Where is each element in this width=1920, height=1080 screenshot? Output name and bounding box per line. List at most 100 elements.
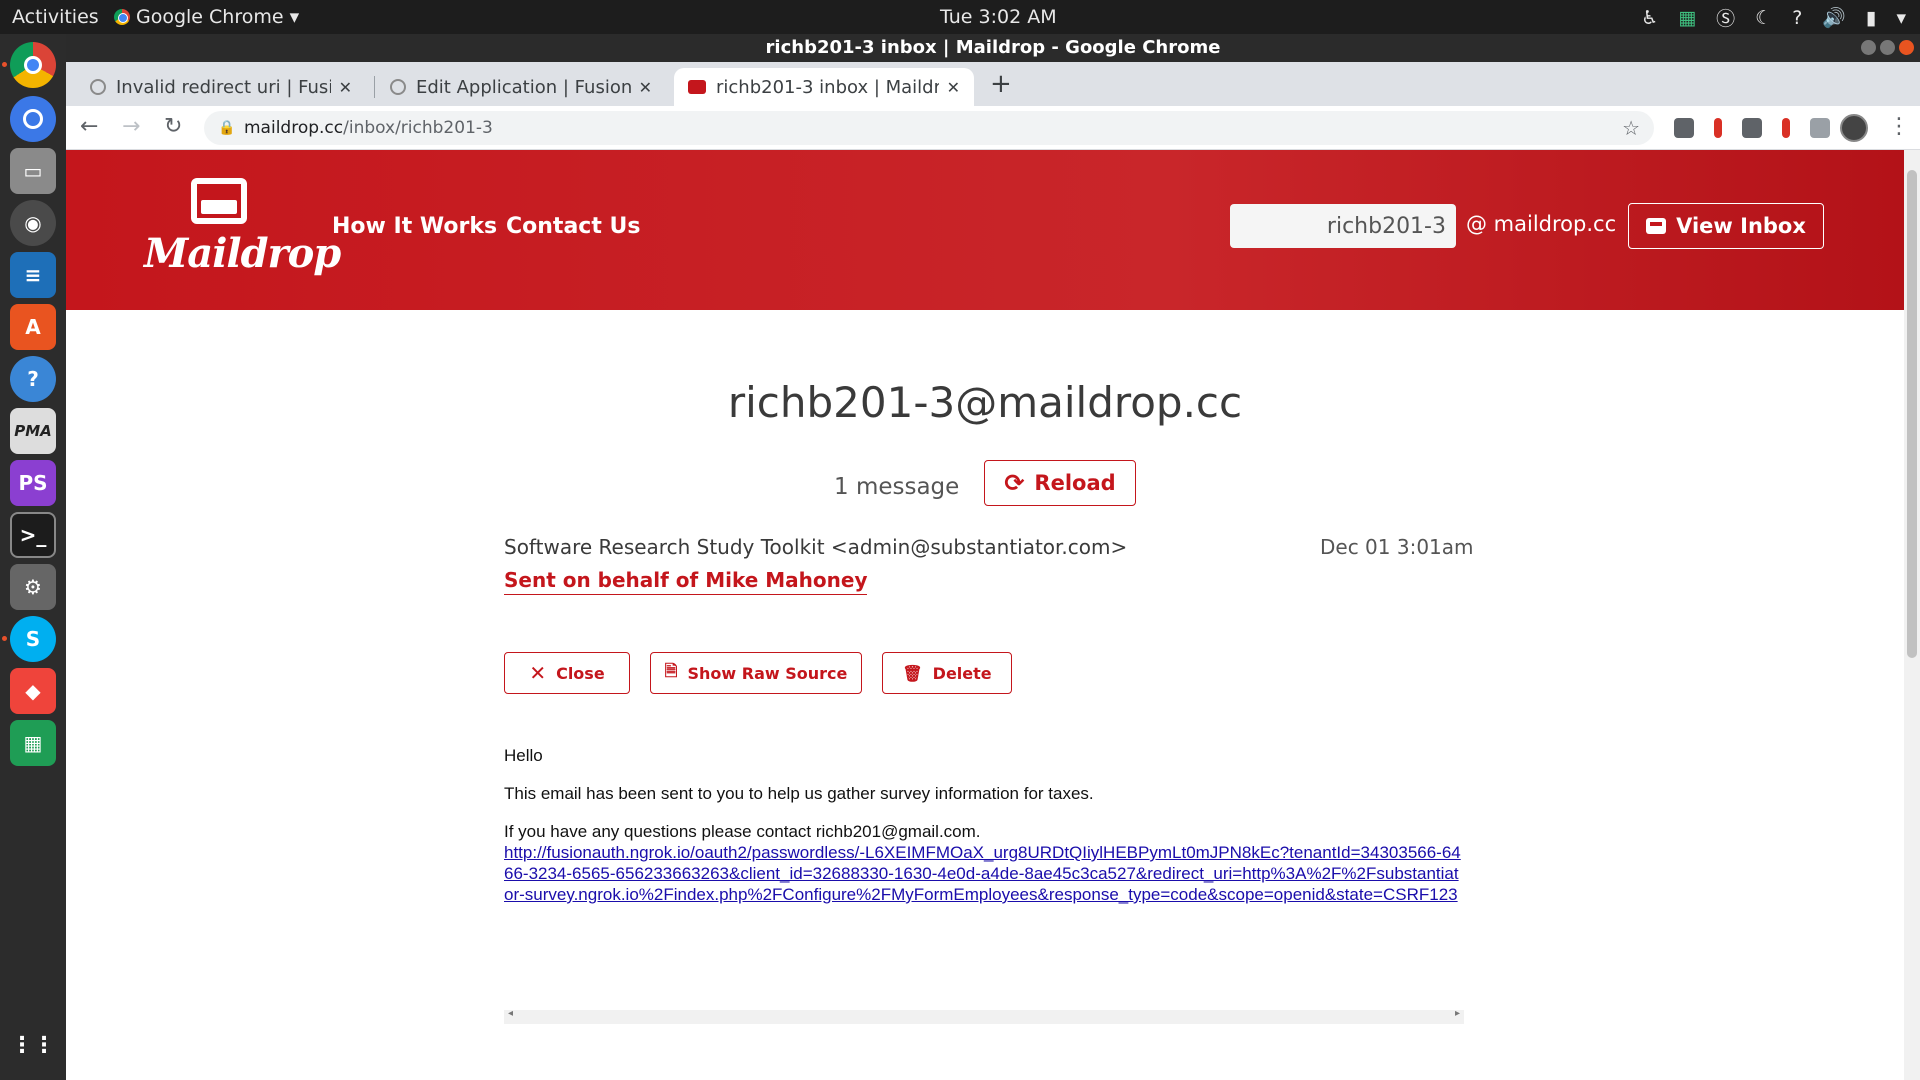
tab-title: richb201-3 inbox | Maildro xyxy=(716,76,939,98)
trash-icon: 🗑 xyxy=(902,663,923,683)
help-dock-icon[interactable]: ? xyxy=(10,356,56,402)
raw-source-label: Show Raw Source xyxy=(687,663,848,683)
chrome-dock-icon[interactable] xyxy=(2,42,56,88)
dock: ▭ ◉ ≡ A ? PMA PS >_ ⚙ S ◆ ▦ ⋮⋮ xyxy=(0,34,66,1080)
extension-icon[interactable] xyxy=(1782,118,1790,138)
maildrop-favicon-icon xyxy=(688,80,706,94)
tab-strip: Invalid redirect uri | Fusion ✕ Edit App… xyxy=(66,62,1920,106)
browser-toolbar: ← → ↻ 🔒 maildrop.cc/inbox/richb201-3 ☆ ⋮ xyxy=(66,106,1920,150)
scroll-right-icon[interactable]: ▸ xyxy=(1455,1008,1460,1019)
files-dock-icon[interactable]: ▭ xyxy=(10,148,56,194)
window-title-bar: richb201-3 inbox | Maildrop - Google Chr… xyxy=(66,34,1920,62)
lock-icon[interactable]: 🔒 xyxy=(218,111,235,145)
tab-edit-application[interactable]: Edit Application | FusionA ✕ xyxy=(376,68,666,106)
url-host: maildrop.cc xyxy=(244,118,344,138)
chrome-menu-icon[interactable]: ⋮ xyxy=(1888,114,1910,139)
inbox-name-input[interactable] xyxy=(1230,204,1456,248)
view-inbox-label: View Inbox xyxy=(1676,214,1806,238)
page-vertical-scrollbar[interactable] xyxy=(1904,150,1920,1080)
close-icon[interactable]: ✕ xyxy=(639,78,652,97)
system-top-bar: Activities Google Chrome ▾ Tue 3:02 AM ♿… xyxy=(0,0,1920,34)
scroll-left-icon[interactable]: ◂ xyxy=(508,1008,513,1019)
chrome-window: richb201-3 inbox | Maildrop - Google Chr… xyxy=(66,34,1920,1080)
inbox-address-heading: richb201-3@maildrop.cc xyxy=(727,378,1243,427)
battery-icon[interactable]: ▮ xyxy=(1866,7,1876,29)
caret-down-icon: ▾ xyxy=(289,6,300,28)
help-icon[interactable]: ? xyxy=(1792,7,1802,29)
skype-dock-icon[interactable]: S xyxy=(2,616,56,662)
body-greeting: Hello xyxy=(504,746,543,765)
logo-text: Maildrop xyxy=(144,230,341,277)
pma-dock-icon[interactable]: PMA xyxy=(10,408,56,454)
delete-message-button[interactable]: 🗑 Delete xyxy=(882,652,1012,694)
rhythmbox-dock-icon[interactable]: ◉ xyxy=(10,200,56,246)
address-bar[interactable]: 🔒 maildrop.cc/inbox/richb201-3 ☆ xyxy=(204,111,1654,145)
refresh-icon: ⟳ xyxy=(1004,469,1025,497)
writer-dock-icon[interactable]: ≡ xyxy=(10,252,56,298)
tab-separator xyxy=(374,76,375,98)
inbox-tray-icon xyxy=(191,178,247,224)
tab-invalid-redirect[interactable]: Invalid redirect uri | Fusion ✕ xyxy=(76,68,366,106)
x-icon: ✕ xyxy=(529,661,547,685)
software-center-dock-icon[interactable]: A xyxy=(10,304,56,350)
chrome-icon xyxy=(114,9,130,25)
message-horizontal-scrollbar[interactable]: ◂ ▸ xyxy=(504,1008,1464,1024)
maildrop-logo[interactable]: Maildrop xyxy=(144,178,341,288)
reload-inbox-button[interactable]: ⟳ Reload xyxy=(984,460,1136,506)
close-icon[interactable]: ✕ xyxy=(947,78,960,97)
body-line-2: If you have any questions please contact… xyxy=(504,822,981,841)
phpstorm-dock-icon[interactable]: PS xyxy=(10,460,56,506)
delete-label: Delete xyxy=(932,663,992,683)
chromium-dock-icon[interactable] xyxy=(10,96,56,142)
night-light-icon[interactable]: ☾ xyxy=(1755,7,1772,29)
terminal-dock-icon[interactable]: >_ xyxy=(10,512,56,558)
nav-contact-us[interactable]: Contact Us xyxy=(506,214,640,239)
body-line-1: This email has been sent to you to help … xyxy=(504,784,1094,803)
skype-tray-icon[interactable]: Ⓢ xyxy=(1716,4,1735,31)
document-icon: 🗎 xyxy=(664,660,678,680)
system-tray[interactable]: ♿ ▦ Ⓢ ☾ ? 🔊 ▮ ▾ xyxy=(1641,4,1906,31)
url-path: /inbox/richb201-3 xyxy=(343,118,493,138)
scrollbar-thumb[interactable] xyxy=(1907,170,1917,658)
extension-icon[interactable] xyxy=(1810,118,1830,138)
reload-label: Reload xyxy=(1034,471,1116,495)
reload-page-button[interactable]: ↻ xyxy=(164,114,182,139)
minimize-button[interactable] xyxy=(1861,40,1876,55)
close-message-button[interactable]: ✕ Close xyxy=(504,652,630,694)
view-inbox-button[interactable]: View Inbox xyxy=(1628,203,1824,249)
activities-button[interactable]: Activities xyxy=(12,6,99,28)
show-apps-icon[interactable]: ⋮⋮ xyxy=(10,1022,56,1068)
volume-icon[interactable]: 🔊 xyxy=(1822,6,1846,29)
window-title: richb201-3 inbox | Maildrop - Google Chr… xyxy=(765,37,1221,58)
tab-title: Invalid redirect uri | Fusion xyxy=(116,76,331,98)
message-sender: Software Research Study Toolkit <admin@s… xyxy=(504,535,1128,559)
app-menu[interactable]: Google Chrome ▾ xyxy=(114,6,299,28)
passwordless-login-link[interactable]: http://fusionauth.ngrok.io/oauth2/passwo… xyxy=(504,842,1464,905)
show-raw-source-button[interactable]: 🗎 Show Raw Source xyxy=(650,652,862,694)
fusionauth-favicon-icon xyxy=(390,79,406,95)
extension-camera-icon[interactable] xyxy=(1742,118,1762,138)
extension-icon[interactable] xyxy=(1714,118,1722,138)
network-icon[interactable]: ▦ xyxy=(1678,7,1696,29)
message-subject[interactable]: Sent on behalf of Mike Mahoney xyxy=(504,568,868,595)
chevron-down-icon[interactable]: ▾ xyxy=(1896,7,1906,29)
accessibility-icon[interactable]: ♿ xyxy=(1641,7,1658,29)
bookmark-star-icon[interactable]: ☆ xyxy=(1622,111,1640,145)
page-viewport: Maildrop How It Works Contact Us @ maild… xyxy=(66,150,1920,1080)
close-label: Close xyxy=(556,663,605,683)
forward-button[interactable]: → xyxy=(122,114,140,139)
calc-dock-icon[interactable]: ▦ xyxy=(10,720,56,766)
anydesk-dock-icon[interactable]: ◆ xyxy=(10,668,56,714)
back-button[interactable]: ← xyxy=(80,114,98,139)
extension-gear-icon[interactable] xyxy=(1674,118,1694,138)
clock[interactable]: Tue 3:02 AM xyxy=(940,6,1057,28)
close-window-button[interactable] xyxy=(1899,40,1914,55)
nav-how-it-works[interactable]: How It Works xyxy=(332,214,497,239)
settings-dock-icon[interactable]: ⚙ xyxy=(10,564,56,610)
window-controls xyxy=(1861,40,1914,55)
tab-maildrop-inbox[interactable]: richb201-3 inbox | Maildro ✕ xyxy=(674,68,974,106)
maximize-button[interactable] xyxy=(1880,40,1895,55)
close-icon[interactable]: ✕ xyxy=(339,78,352,97)
profile-avatar[interactable] xyxy=(1840,114,1868,142)
new-tab-button[interactable]: + xyxy=(990,71,1012,97)
